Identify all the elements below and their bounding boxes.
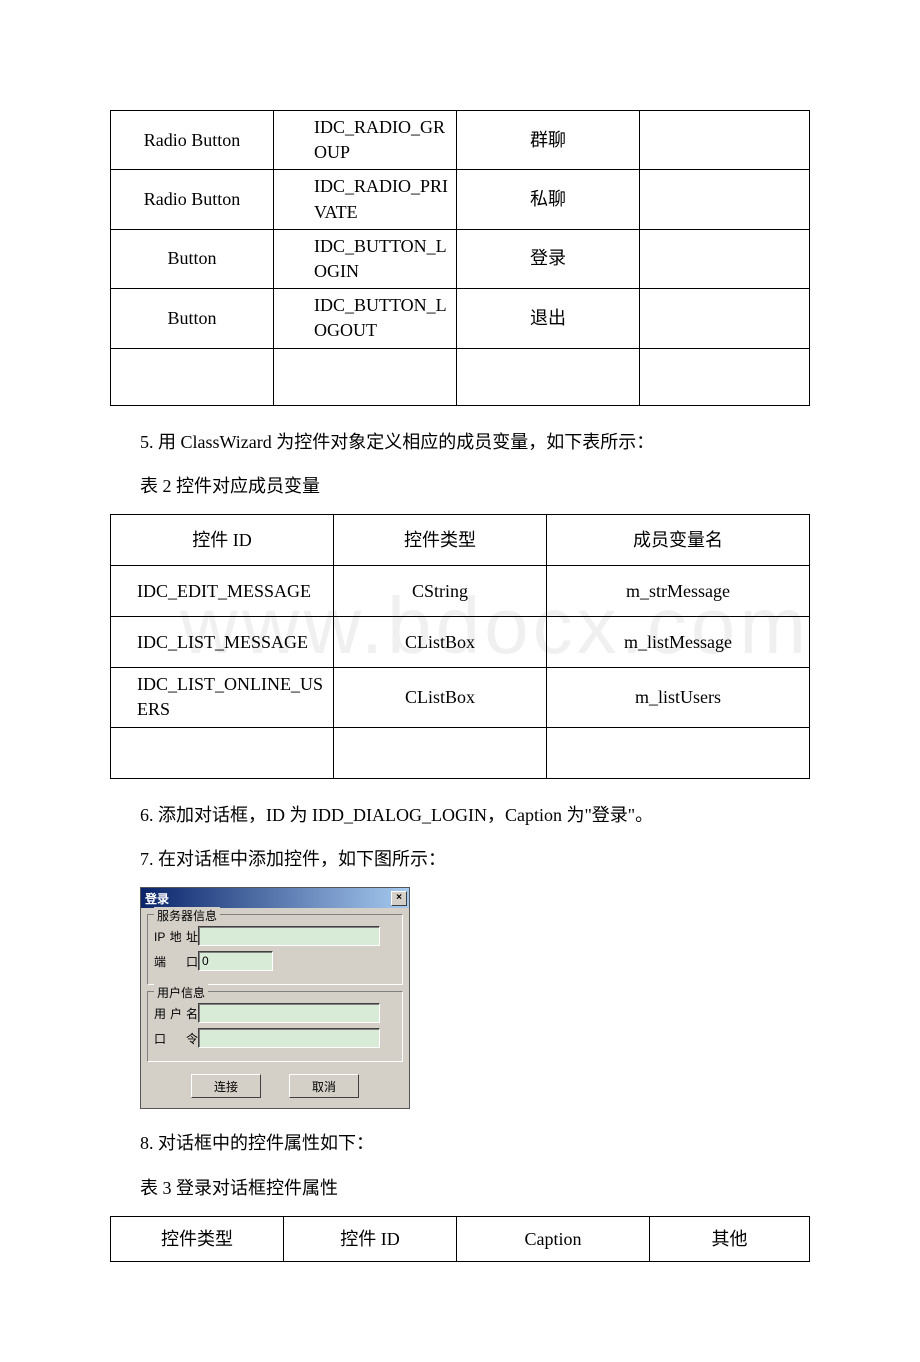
group-server-legend: 服务器信息	[154, 907, 220, 924]
table-member-vars: 控件 ID 控件类型 成员变量名 IDC_EDIT_MESSAGE CStrin…	[110, 514, 810, 778]
cell-other	[640, 229, 810, 288]
table-row: Radio Button IDC_RADIO_GROUP 群聊	[111, 111, 810, 170]
paragraph-step7: 7. 在对话框中添加控件，如下图所示：	[140, 843, 810, 875]
username-input[interactable]	[198, 1003, 380, 1023]
table3-caption: 表 3 登录对话框控件属性	[140, 1172, 810, 1204]
dialog-title: 登录	[145, 890, 169, 907]
paragraph-step6: 6. 添加对话框，ID 为 IDD_DIALOG_LOGIN，Caption 为…	[140, 799, 810, 831]
cell-type: Button	[111, 229, 274, 288]
cell-var: m_listMessage	[547, 617, 810, 668]
cell-caption: 私聊	[457, 170, 640, 229]
cell-other	[640, 170, 810, 229]
cell-caption: 登录	[457, 229, 640, 288]
group-server-info: 服务器信息 IP地址 端口 0	[147, 914, 403, 985]
cell-type: CListBox	[334, 617, 547, 668]
group-user-info: 用户信息 用户名 口令	[147, 991, 403, 1062]
table-row: Radio Button IDC_RADIO_PRIVATE 私聊	[111, 170, 810, 229]
table2-caption: 表 2 控件对应成员变量	[140, 470, 810, 502]
table-controls: Radio Button IDC_RADIO_GROUP 群聊 Radio Bu…	[110, 110, 810, 406]
cell-id: IDC_BUTTON_LOGIN	[274, 229, 457, 288]
port-input[interactable]: 0	[198, 951, 273, 971]
dialog-titlebar: 登录 ×	[141, 888, 409, 908]
header-id: 控件 ID	[111, 515, 334, 566]
connect-button[interactable]: 连接	[191, 1074, 261, 1098]
table-header-row: 控件 ID 控件类型 成员变量名	[111, 515, 810, 566]
table-login-controls: 控件类型 控件 ID Caption 其他	[110, 1216, 810, 1262]
table-row: Button IDC_BUTTON_LOGOUT 退出	[111, 289, 810, 348]
cell-caption: 群聊	[457, 111, 640, 170]
cell-id: IDC_BUTTON_LOGOUT	[274, 289, 457, 348]
header-caption: Caption	[457, 1217, 650, 1262]
cell-caption: 退出	[457, 289, 640, 348]
table-row	[111, 727, 810, 778]
cell-var: m_listUsers	[547, 668, 810, 727]
header-type: 控件类型	[334, 515, 547, 566]
table-row: IDC_EDIT_MESSAGE CString m_strMessage	[111, 566, 810, 617]
header-var: 成员变量名	[547, 515, 810, 566]
cell-id: IDC_LIST_MESSAGE	[111, 617, 334, 668]
label-port: 端口	[154, 953, 198, 970]
header-id: 控件 ID	[284, 1217, 457, 1262]
cell-id: IDC_EDIT_MESSAGE	[111, 566, 334, 617]
cell-type: Radio Button	[111, 111, 274, 170]
close-icon[interactable]: ×	[391, 891, 407, 906]
table-row: IDC_LIST_MESSAGE CListBox m_listMessage	[111, 617, 810, 668]
cell-type: Button	[111, 289, 274, 348]
ip-input[interactable]	[198, 926, 380, 946]
cell-id: IDC_LIST_ONLINE_USERS	[111, 668, 334, 727]
cell-type: CListBox	[334, 668, 547, 727]
cell-id: IDC_RADIO_GROUP	[274, 111, 457, 170]
header-type: 控件类型	[111, 1217, 284, 1262]
cell-type: Radio Button	[111, 170, 274, 229]
table-header-row: 控件类型 控件 ID Caption 其他	[111, 1217, 810, 1262]
cancel-button[interactable]: 取消	[289, 1074, 359, 1098]
label-username: 用户名	[154, 1005, 198, 1022]
label-password: 口令	[154, 1030, 198, 1047]
paragraph-step8: 8. 对话框中的控件属性如下：	[140, 1127, 810, 1159]
table-row	[111, 348, 810, 405]
table-row: Button IDC_BUTTON_LOGIN 登录	[111, 229, 810, 288]
login-dialog: 登录 × 服务器信息 IP地址 端口 0 用户信息 用户名 口令	[140, 887, 410, 1109]
paragraph-step5: 5. 用 ClassWizard 为控件对象定义相应的成员变量，如下表所示：	[140, 426, 810, 458]
cell-var: m_strMessage	[547, 566, 810, 617]
password-input[interactable]	[198, 1028, 380, 1048]
cell-type: CString	[334, 566, 547, 617]
label-ip: IP地址	[154, 928, 198, 945]
group-user-legend: 用户信息	[154, 984, 208, 1001]
cell-other	[640, 289, 810, 348]
header-other: 其他	[650, 1217, 810, 1262]
table-row: IDC_LIST_ONLINE_USERS CListBox m_listUse…	[111, 668, 810, 727]
cell-other	[640, 111, 810, 170]
cell-id: IDC_RADIO_PRIVATE	[274, 170, 457, 229]
